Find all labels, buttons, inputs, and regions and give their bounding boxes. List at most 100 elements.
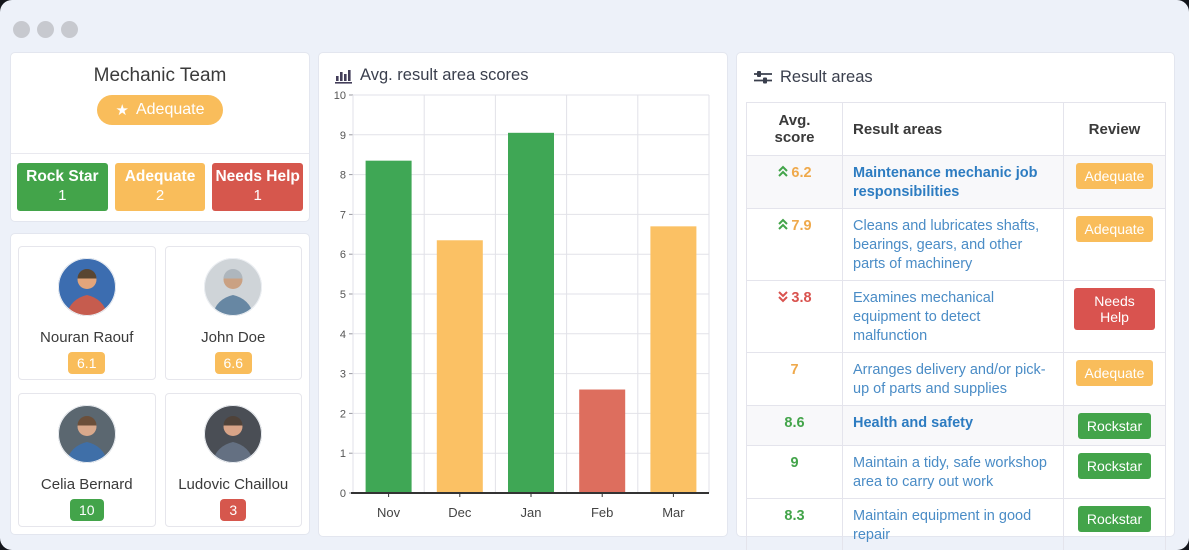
bar-dec bbox=[437, 240, 483, 493]
review-count-label: Rock Star bbox=[17, 168, 108, 186]
avg-scores-bar-chart: 012345678910NovDecJanFebMar bbox=[333, 91, 713, 529]
avatar bbox=[166, 258, 302, 321]
score-value: 7.9 bbox=[791, 218, 811, 234]
x-tick-label: Nov bbox=[377, 505, 401, 520]
x-tick-label: Jan bbox=[521, 505, 542, 520]
review-count-value: 2 bbox=[115, 187, 206, 204]
y-tick-label: 10 bbox=[334, 91, 346, 102]
result-area-link[interactable]: Maintain equipment in good repair bbox=[843, 499, 1064, 550]
review-badge: Adequate bbox=[1076, 163, 1154, 189]
result-areas-table: Avg. scoreResult areasReview 6.2 Maintena… bbox=[746, 102, 1166, 550]
score-value: 8.3 bbox=[784, 508, 804, 524]
bar-mar bbox=[650, 226, 696, 493]
member-score-badge: 10 bbox=[70, 499, 104, 521]
score-cell: 6.2 bbox=[747, 156, 843, 209]
member-card[interactable]: Ludovic Chaillou 3 bbox=[165, 393, 303, 527]
result-areas-title: Result areas bbox=[780, 68, 873, 87]
member-score-badge: 6.6 bbox=[215, 352, 252, 374]
score-value: 8.6 bbox=[784, 415, 804, 431]
window-controls bbox=[13, 21, 78, 38]
review-cell: Adequate bbox=[1064, 156, 1166, 209]
review-count-box: Rock Star1 bbox=[17, 163, 108, 211]
result-area-link[interactable]: Maintenance mechanic job responsibilitie… bbox=[843, 156, 1064, 209]
member-card[interactable]: Celia Bernard 10 bbox=[18, 393, 156, 527]
result-area-link[interactable]: Health and safety bbox=[843, 406, 1064, 446]
review-count-value: 1 bbox=[212, 187, 303, 204]
score-value: 7 bbox=[790, 362, 798, 378]
review-count-label: Needs Help bbox=[212, 168, 303, 186]
window-dot[interactable] bbox=[13, 21, 30, 38]
review-badge: Rockstar bbox=[1078, 506, 1151, 532]
team-review-label: Adequate bbox=[136, 101, 205, 119]
table-row: 7 Arranges delivery and/or pick-up of par… bbox=[747, 353, 1166, 406]
avatar bbox=[166, 405, 302, 468]
score-cell: 8.3 bbox=[747, 499, 843, 550]
review-badge: Rockstar bbox=[1078, 453, 1151, 479]
column-header: Avg. score bbox=[747, 103, 843, 156]
y-tick-label: 6 bbox=[340, 249, 346, 261]
result-area-link[interactable]: Examines mechanical equipment to detect … bbox=[843, 281, 1064, 353]
result-area-link[interactable]: Maintain a tidy, safe workshop area to c… bbox=[843, 446, 1064, 499]
avatar bbox=[19, 258, 155, 321]
score-cell: 8.6 bbox=[747, 406, 843, 446]
member-name: Celia Bernard bbox=[19, 476, 155, 493]
member-name: Nouran Raouf bbox=[19, 329, 155, 346]
column-header: Result areas bbox=[843, 103, 1064, 156]
review-count-box: Adequate2 bbox=[115, 163, 206, 211]
y-tick-label: 0 bbox=[340, 488, 346, 500]
review-counts-row: Rock Star1Adequate2Needs Help1 bbox=[11, 154, 309, 220]
dashboard: Mechanic Team ★ Adequate Rock Star1Adequ… bbox=[0, 0, 1189, 550]
bar-nov bbox=[366, 161, 412, 493]
y-tick-label: 9 bbox=[340, 130, 346, 142]
review-badge: Rockstar bbox=[1078, 413, 1151, 439]
review-cell: Rockstar bbox=[1064, 499, 1166, 550]
trend-up-icon bbox=[777, 165, 789, 178]
review-badge: Adequate bbox=[1076, 360, 1154, 386]
window-dot[interactable] bbox=[61, 21, 78, 38]
review-count-box: Needs Help1 bbox=[212, 163, 303, 211]
y-tick-label: 7 bbox=[340, 209, 346, 221]
team-review-badge: ★ Adequate bbox=[97, 95, 224, 125]
score-value: 6.2 bbox=[791, 165, 811, 181]
y-tick-label: 4 bbox=[340, 329, 346, 341]
member-name: John Doe bbox=[166, 329, 302, 346]
table-row: 8.6 Health and safety Rockstar bbox=[747, 406, 1166, 446]
result-areas-panel: Result areas Avg. scoreResult areasRevie… bbox=[736, 52, 1175, 537]
member-card[interactable]: John Doe 6.6 bbox=[165, 246, 303, 380]
member-score-badge: 3 bbox=[220, 499, 246, 521]
trend-up-icon bbox=[777, 218, 789, 231]
table-row: 8.3 Maintain equipment in good repair Rock… bbox=[747, 499, 1166, 550]
members-grid: Nouran Raouf 6.1 John Doe 6.6 Celia Bernar… bbox=[18, 246, 302, 527]
chart-panel-header: Avg. result area scores bbox=[333, 64, 713, 87]
review-cell: Rockstar bbox=[1064, 406, 1166, 446]
team-members-panel: Nouran Raouf 6.1 John Doe 6.6 Celia Bernar… bbox=[10, 233, 310, 535]
table-row: 9 Maintain a tidy, safe workshop area to … bbox=[747, 446, 1166, 499]
member-name: Ludovic Chaillou bbox=[166, 476, 302, 493]
bar-chart-icon bbox=[335, 68, 352, 84]
x-tick-label: Mar bbox=[662, 505, 685, 520]
result-area-link[interactable]: Arranges delivery and/or pick-up of part… bbox=[843, 353, 1064, 406]
trend-down-icon bbox=[777, 290, 789, 303]
table-row: 6.2 Maintenance mechanic job responsibili… bbox=[747, 156, 1166, 209]
column-header: Review bbox=[1064, 103, 1166, 156]
y-tick-label: 8 bbox=[340, 170, 346, 182]
result-area-link[interactable]: Cleans and lubricates shafts, bearings, … bbox=[843, 209, 1064, 281]
x-tick-label: Feb bbox=[591, 505, 613, 520]
x-tick-label: Dec bbox=[448, 505, 472, 520]
y-tick-label: 3 bbox=[340, 369, 346, 381]
review-count-label: Adequate bbox=[115, 168, 206, 186]
review-cell: Adequate bbox=[1064, 209, 1166, 281]
team-header: Mechanic Team ★ Adequate bbox=[11, 53, 309, 154]
member-score-badge: 6.1 bbox=[68, 352, 105, 374]
window-dot[interactable] bbox=[37, 21, 54, 38]
review-cell: Needs Help bbox=[1064, 281, 1166, 353]
score-cell: 9 bbox=[747, 446, 843, 499]
y-tick-label: 2 bbox=[340, 408, 346, 420]
score-value: 9 bbox=[790, 455, 798, 471]
chart-panel: Avg. result area scores 012345678910NovD… bbox=[318, 52, 728, 537]
table-header-row: Avg. scoreResult areasReview bbox=[747, 103, 1166, 156]
review-cell: Adequate bbox=[1064, 353, 1166, 406]
review-count-value: 1 bbox=[17, 187, 108, 204]
member-card[interactable]: Nouran Raouf 6.1 bbox=[18, 246, 156, 380]
sliders-icon bbox=[754, 70, 772, 85]
